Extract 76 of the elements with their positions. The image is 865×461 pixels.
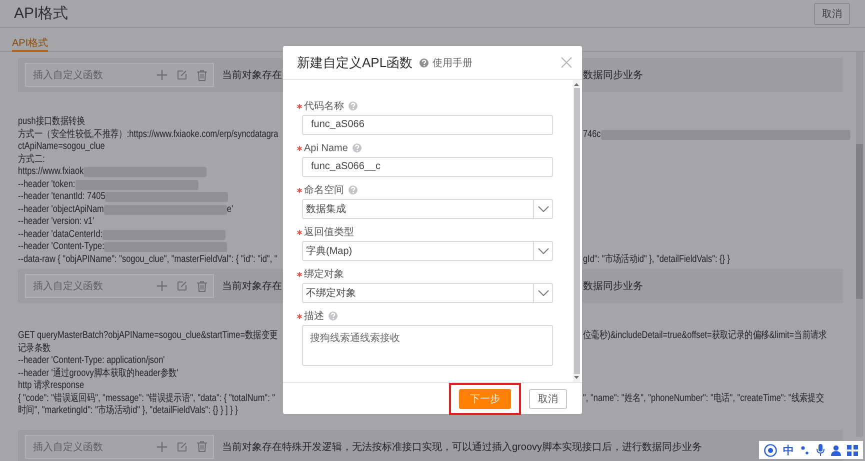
code-text: --header 'dataCenterId: — [18, 228, 103, 241]
help-icon[interactable] — [328, 311, 338, 321]
code-text: --header 'Content-Type: — [18, 241, 104, 254]
help-icon — [418, 58, 429, 68]
field-label: 描述 — [304, 310, 324, 323]
code-text: 位毫秒)&includeDetail=true&offset=获取记录的偏移&limit=当前请求 — [583, 330, 827, 342]
field-label: 绑定对象 — [304, 268, 344, 281]
code-text: --header 'version: v1' — [18, 216, 94, 228]
scrollbar-thumb[interactable] — [574, 88, 580, 374]
language-toggle[interactable]: 中 — [783, 442, 794, 458]
code-text: push接口数据转换 — [18, 116, 85, 128]
code-text: --header 'objectApiNam — [18, 204, 104, 216]
description-text: 当前对象存在特殊开发逻辑，无法按标准接口实现，可以通过插入groovy脚本实现接口后，进行数据同步业务 — [222, 440, 702, 454]
text-input[interactable]: func_aS066 — [302, 115, 553, 135]
dialog-title: 新建自定义APL函数 — [297, 54, 413, 72]
plus-icon[interactable] — [157, 281, 167, 291]
description-text: 数据同步业务 — [583, 280, 643, 293]
plus-icon[interactable] — [157, 70, 167, 80]
scrollbar[interactable] — [856, 52, 863, 437]
code-text: 方式一（安全性较低,不推荐）:https://www.fxiaoke.com/erp/syncdatagra — [18, 128, 278, 141]
dropdown[interactable]: 数据集成 — [302, 199, 553, 219]
cancel-button[interactable]: 取消 — [529, 388, 567, 408]
code-text: e' — [226, 204, 234, 216]
code-text: GET queryMasterBatch?objAPIName=sogou_clue&startTime=数据变更 — [18, 330, 278, 342]
code-text: 746c — [583, 128, 601, 141]
code-text: ", "name": "姓名", "phoneNumber": "电话", "createTime": "线索提交 — [583, 392, 824, 405]
plus-icon[interactable] — [157, 442, 167, 452]
field-label: Api Name — [304, 142, 348, 154]
help-icon[interactable] — [348, 185, 358, 195]
down-arrow-icon — [574, 376, 579, 379]
logo-icon[interactable] — [764, 444, 777, 456]
person-icon[interactable] — [831, 444, 841, 456]
code-text: gId": "市场活动id" }, "detailFieldVals": {} } — [583, 254, 730, 266]
chevron-down-icon — [538, 206, 548, 212]
code-text: ctApiName=sogou_clue — [18, 141, 105, 154]
code-text: 时间", "marketingId": "市场活动id" }, "detailFieldVals": {} } ] } } — [18, 405, 238, 418]
scrollbar-thumb[interactable] — [856, 144, 863, 299]
grid-icon[interactable] — [847, 444, 858, 456]
code-text: 方式二: — [18, 154, 45, 166]
help-icon[interactable] — [348, 101, 358, 111]
code-text: --header 'Content-Type: application/json' — [18, 355, 165, 368]
edit-icon[interactable] — [177, 70, 187, 80]
text-input[interactable]: func_aS066__c — [302, 157, 553, 177]
trash-icon[interactable] — [197, 280, 207, 292]
trash-icon[interactable] — [197, 70, 207, 80]
scrollbar[interactable] — [573, 80, 580, 382]
code-text: --header '通过groovy脚本获取的header参数' — [18, 368, 178, 380]
chevron-down-icon — [538, 290, 548, 296]
page-title: API格式 — [14, 4, 68, 23]
text-area[interactable]: 搜狗线索通线索接收 — [302, 325, 553, 366]
description-text: 当前对象存在 — [222, 68, 282, 82]
code-text: http 请求response — [18, 380, 84, 392]
cancel-button[interactable]: 取消 — [814, 2, 850, 24]
description-text: 当前对象存在 — [222, 280, 282, 293]
code-text: https://www.fxiaok — [18, 166, 84, 178]
code-text: --header 'token: — [18, 178, 76, 191]
help-icon[interactable] — [352, 143, 362, 153]
trash-icon[interactable] — [197, 441, 207, 452]
edit-icon[interactable] — [177, 281, 187, 291]
dropdown[interactable]: 不绑定对象 — [302, 283, 553, 303]
dropdown[interactable]: 字典(Map) — [302, 241, 553, 261]
code-text: --header 'tenantId: 7405 — [18, 191, 106, 204]
microphone-icon[interactable] — [816, 444, 825, 456]
edit-icon[interactable] — [177, 442, 187, 452]
code-text: { "code": "错误返回码", "message": "错误提示语", "data": { "totalNum": " — [18, 392, 276, 404]
manual-link[interactable]: 使用手册 — [432, 56, 473, 70]
code-text: --data-raw { "objAPIName": "sogou_clue", "masterFieldVal": { "id": "id", " — [18, 254, 278, 266]
description-text: 数据同步业务 — [583, 68, 643, 82]
field-label: 代码名称 — [304, 100, 344, 113]
punctuation-icon[interactable] — [800, 445, 810, 455]
close-icon[interactable] — [561, 57, 572, 68]
up-arrow-icon — [574, 83, 579, 86]
code-text: 记录条数 — [18, 342, 51, 355]
chevron-down-icon — [538, 248, 548, 254]
field-label: 命名空间 — [304, 184, 344, 197]
field-label: 返回值类型 — [304, 226, 354, 239]
